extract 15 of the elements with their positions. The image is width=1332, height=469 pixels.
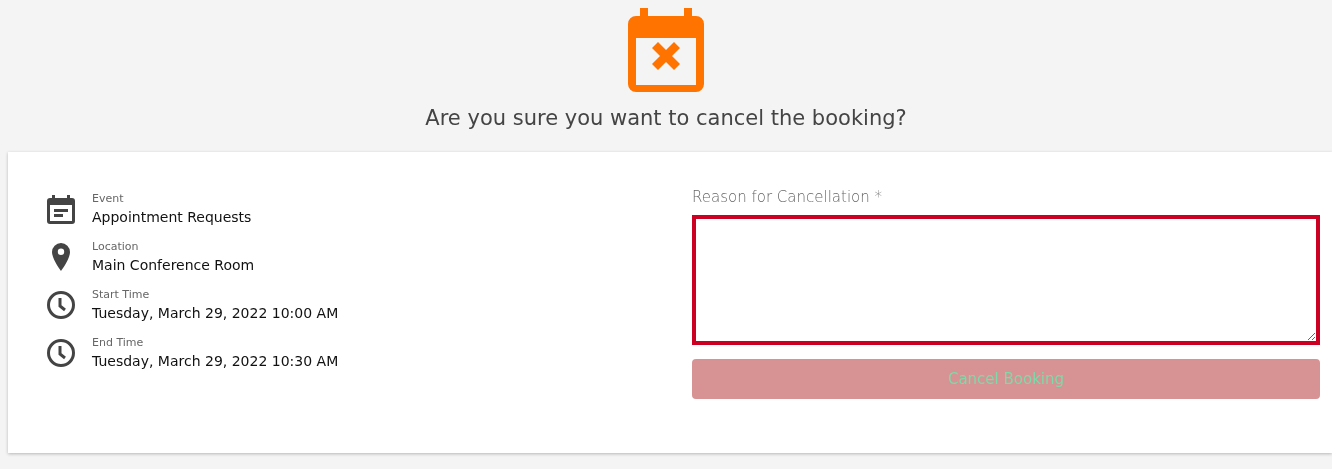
- detail-value: Appointment Requests: [92, 209, 252, 225]
- calendar-icon: [46, 192, 76, 225]
- detail-label: End Time: [92, 336, 145, 349]
- clock-icon: [46, 288, 76, 321]
- clock-icon: [46, 336, 76, 369]
- detail-value: Main Conference Room: [92, 257, 255, 273]
- confirmation-heading: Are you sure you want to cancel the booking?: [425, 106, 907, 130]
- detail-value: Tuesday, March 29, 2022 10:00 AM: [92, 305, 339, 321]
- detail-label: Start Time: [92, 288, 151, 301]
- calendar-cancel-icon: [628, 8, 704, 92]
- reason-label: Reason for Cancellation *: [692, 188, 883, 206]
- detail-value: Tuesday, March 29, 2022 10:30 AM: [92, 353, 339, 369]
- reason-field[interactable]: [692, 215, 1320, 345]
- detail-label: Event: [92, 192, 125, 205]
- detail-label: Location: [92, 240, 140, 253]
